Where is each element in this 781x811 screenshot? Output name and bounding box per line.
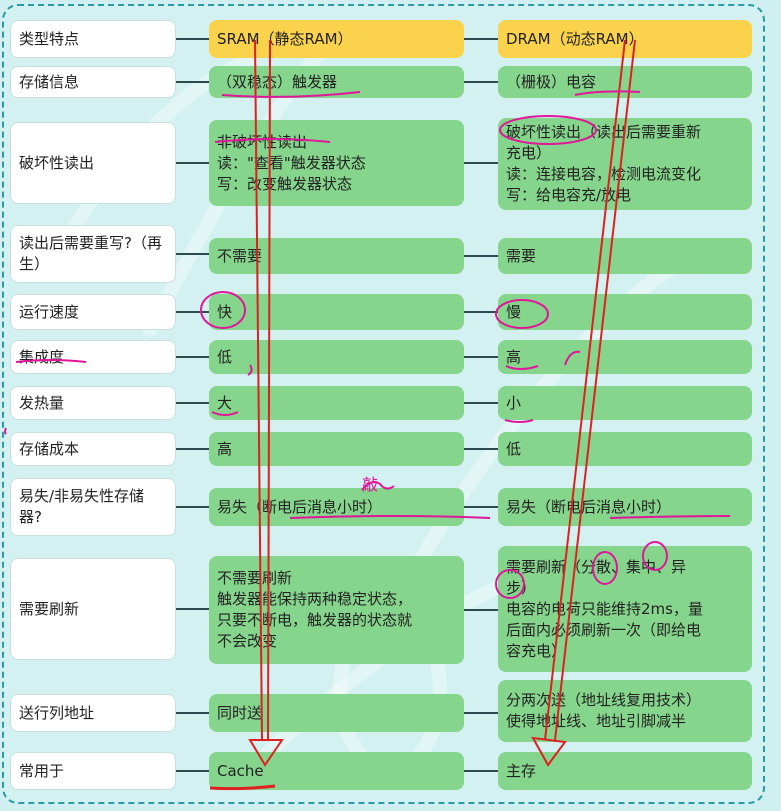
connector-line (176, 356, 209, 358)
row-label: 常用于 (10, 752, 176, 790)
cell-line: 低 (217, 347, 233, 366)
sram-cell: 高 (209, 432, 464, 466)
row-label: 读出后需要重写?（再生） (10, 225, 176, 283)
row-label: 破坏性读出 (10, 122, 176, 204)
connector-line (464, 255, 498, 257)
cell-line: 不会改变 (217, 632, 278, 650)
cell-line: 容充电） (506, 641, 567, 660)
connector-line (176, 38, 209, 40)
row-label: 集成度 (10, 340, 176, 374)
cell-line: 使得地址线、地址引脚减半 (506, 712, 687, 730)
connector-line (176, 162, 209, 164)
cell-line: 不需要刷新 (217, 569, 293, 587)
cell-line: 后面内必须刷新一次（即给电 (506, 620, 702, 639)
cell-line: DRAM（动态RAM） (506, 29, 644, 48)
dram-cell: 主存 (498, 752, 752, 790)
sram-cell: 易失（断电后消息小时） (209, 488, 464, 526)
connector-line (464, 402, 498, 404)
connector-line (176, 253, 209, 255)
cell-line: Cache (217, 761, 264, 780)
connector-line (464, 356, 498, 358)
cell-line: 需要刷新（分散、集中、异 (506, 557, 687, 576)
connector-line (464, 38, 498, 40)
connector-line (176, 81, 209, 83)
sram-cell: 快 (209, 294, 464, 330)
connector-line (464, 712, 498, 714)
sram-cell: （双稳态）触发器 (209, 66, 464, 98)
connector-line (176, 712, 209, 714)
cell-line: 易失（断电后消息小时） (506, 497, 672, 516)
connector-line (176, 770, 209, 772)
cell-line: 低 (506, 439, 522, 458)
row-label: 需要刷新 (10, 558, 176, 660)
sram-cell: Cache (209, 752, 464, 790)
dram-cell: 易失（断电后消息小时） (498, 488, 752, 526)
cell-line: 步） (506, 578, 537, 597)
connector-line (464, 311, 498, 313)
cell-line: 电容的电荷只能维持2ms，量 (506, 599, 703, 618)
dram-cell: 分两次送（地址线复用技术） 使得地址线、地址引脚减半 (498, 680, 752, 742)
row-label: 存储成本 (10, 432, 176, 466)
row-label: 发热量 (10, 386, 176, 420)
dram-cell: 慢 (498, 294, 752, 330)
connector-line (176, 448, 209, 450)
row-label: 类型特点 (10, 20, 176, 58)
cell-line: 快 (217, 302, 233, 321)
connector-line (176, 506, 209, 508)
connector-line (176, 402, 209, 404)
cell-line: 破坏性读出（读出后需要重新 (506, 123, 702, 141)
row-label: 送行列地址 (10, 694, 176, 732)
dram-cell: 需要 (498, 238, 752, 274)
cell-line: 充电） (506, 144, 552, 162)
cell-line: 非破坏性读出 (217, 132, 308, 151)
cell-line: 需要 (506, 246, 537, 265)
cell-line: 慢 (506, 302, 522, 321)
cell-line: （栅极）电容 (506, 72, 597, 91)
cell-line: 主存 (506, 761, 537, 780)
sram-header: SRAM（静态RAM） (209, 20, 464, 58)
cell-line: 高 (506, 347, 522, 366)
connector-line (464, 609, 498, 611)
cell-line: 高 (217, 439, 233, 458)
dram-cell: 需要刷新（分散、集中、异 步） 电容的电荷只能维持2ms，量 后面内必须刷新一次（即给… (498, 546, 752, 672)
sram-cell: 低 (209, 340, 464, 374)
cell-line: （双稳态）触发器 (217, 72, 338, 91)
cell-line: 易失（断电后消息小时） (217, 497, 383, 516)
cell-line: 只要不断电，触发器的状态就 (217, 611, 413, 629)
cell-line: 小 (506, 393, 522, 412)
dram-cell: 破坏性读出（读出后需要重新 充电） 读：连接电容，检测电流变化 写：给电容充/放电 (498, 118, 752, 210)
row-label: 存储信息 (10, 66, 176, 98)
cell-line: SRAM（静态RAM） (217, 29, 353, 48)
cell-line: 读：连接电容，检测电流变化 (506, 165, 702, 183)
connector-line (464, 506, 498, 508)
dram-header: DRAM（动态RAM） (498, 20, 752, 58)
dram-cell: 低 (498, 432, 752, 466)
cell-line: 写：给电容充/放电 (506, 186, 632, 204)
connector-line (464, 770, 498, 772)
cell-line: 写：改变触发器状态 (217, 174, 353, 193)
dram-cell: （栅极）电容 (498, 66, 752, 98)
cell-line: 大 (217, 393, 233, 412)
connector-line (176, 608, 209, 610)
sram-cell: 同时送 (209, 694, 464, 732)
row-label: 运行速度 (10, 294, 176, 330)
cell-line: 触发器能保持两种稳定状态， (217, 590, 413, 608)
row-label: 易失/非易失性存储器? (10, 478, 176, 536)
sram-cell: 非破坏性读出读："查看"触发器状态 写：改变触发器状态 (209, 120, 464, 206)
connector-line (464, 162, 498, 164)
connector-line (464, 81, 498, 83)
cell-line: 读："查看"触发器状态 (217, 153, 366, 172)
cell-line: 不需要 (217, 246, 263, 265)
dram-cell: 小 (498, 386, 752, 420)
cell-line: 同时送 (217, 703, 263, 722)
sram-cell: 不需要 (209, 238, 464, 274)
sram-cell: 不需要刷新触发器能保持两种稳定状态， 只要不断电，触发器的状态就 不会改变 (209, 556, 464, 664)
sram-cell: 大 (209, 386, 464, 420)
connector-line (176, 311, 209, 313)
connector-line (464, 448, 498, 450)
dram-cell: 高 (498, 340, 752, 374)
cell-line: 分两次送（地址线复用技术） (506, 691, 702, 709)
